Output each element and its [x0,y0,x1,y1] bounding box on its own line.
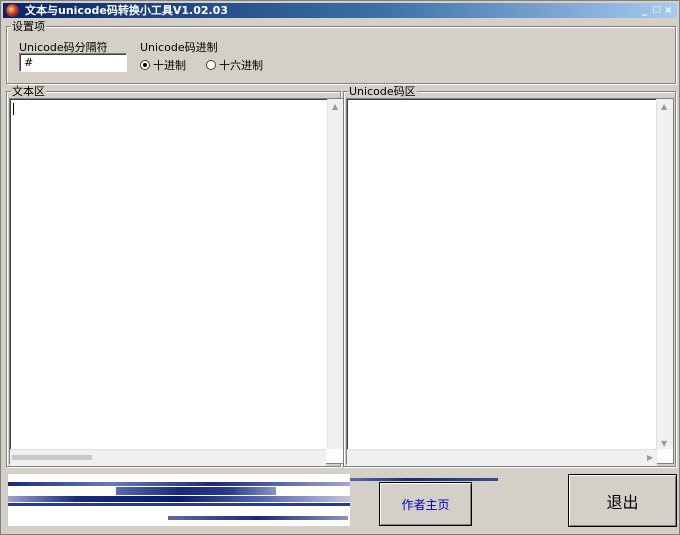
text-area-group: 文本区 ▲ [6,85,345,467]
unicode-area-group: Unicode码区 ▲ ▼ ▶ [343,85,676,467]
maximize-button[interactable]: □ [651,5,662,16]
text-caret [13,103,14,115]
separator-input[interactable] [19,53,127,72]
unicode-area-input[interactable]: ▲ ▼ ▶ [346,98,674,466]
title-bar[interactable]: 文本与unicode码转换小工具V1.02.03 _ □ × [3,3,677,18]
main-window: 文本与unicode码转换小工具V1.02.03 _ □ × 设置项 Unico… [0,0,680,535]
close-button[interactable]: × [663,5,674,16]
banner-strip [168,516,348,520]
minimize-button[interactable]: _ [639,5,650,16]
text-area-legend: 文本区 [11,85,46,98]
settings-legend: 设置项 [11,20,46,33]
exit-button[interactable]: 退出 [568,474,677,527]
app-icon[interactable] [6,4,19,17]
decorative-banner [8,474,350,526]
radio-decimal[interactable]: 十进制 [140,57,186,73]
scroll-right-icon[interactable]: ▶ [647,454,653,462]
banner-strip [350,478,498,481]
text-area-hscroll[interactable] [10,449,326,466]
settings-group: 设置项 Unicode码分隔符 Unicode码进制 十进制 十六进制 [6,20,676,84]
scroll-up-icon[interactable]: ▲ [332,103,338,111]
radix-label: Unicode码进制 [140,41,218,54]
text-area-input[interactable]: ▲ [9,98,345,466]
scroll-down-icon[interactable]: ▼ [661,440,667,448]
hscroll-thumb[interactable] [12,455,92,460]
banner-strip [8,496,350,502]
banner-strip [8,482,350,486]
author-home-button[interactable]: 作者主页 [379,482,472,526]
radio-hex-indicator[interactable] [206,60,216,70]
unicode-area-hscroll[interactable]: ▶ [347,449,657,466]
radio-hex[interactable]: 十六进制 [206,57,263,73]
author-home-label: 作者主页 [401,497,450,512]
radio-decimal-indicator[interactable] [140,60,150,70]
text-area-vscroll[interactable]: ▲ [327,99,344,449]
banner-strip [8,503,350,506]
banner-strip [116,487,276,495]
radio-hex-label: 十六进制 [219,59,263,72]
unicode-area-vscroll[interactable]: ▲ ▼ [656,99,673,449]
unicode-area-legend: Unicode码区 [348,85,417,98]
radio-decimal-label: 十进制 [153,59,186,72]
window-title: 文本与unicode码转换小工具V1.02.03 [25,4,228,17]
scroll-up-icon[interactable]: ▲ [661,103,667,111]
exit-label: 退出 [606,492,639,512]
